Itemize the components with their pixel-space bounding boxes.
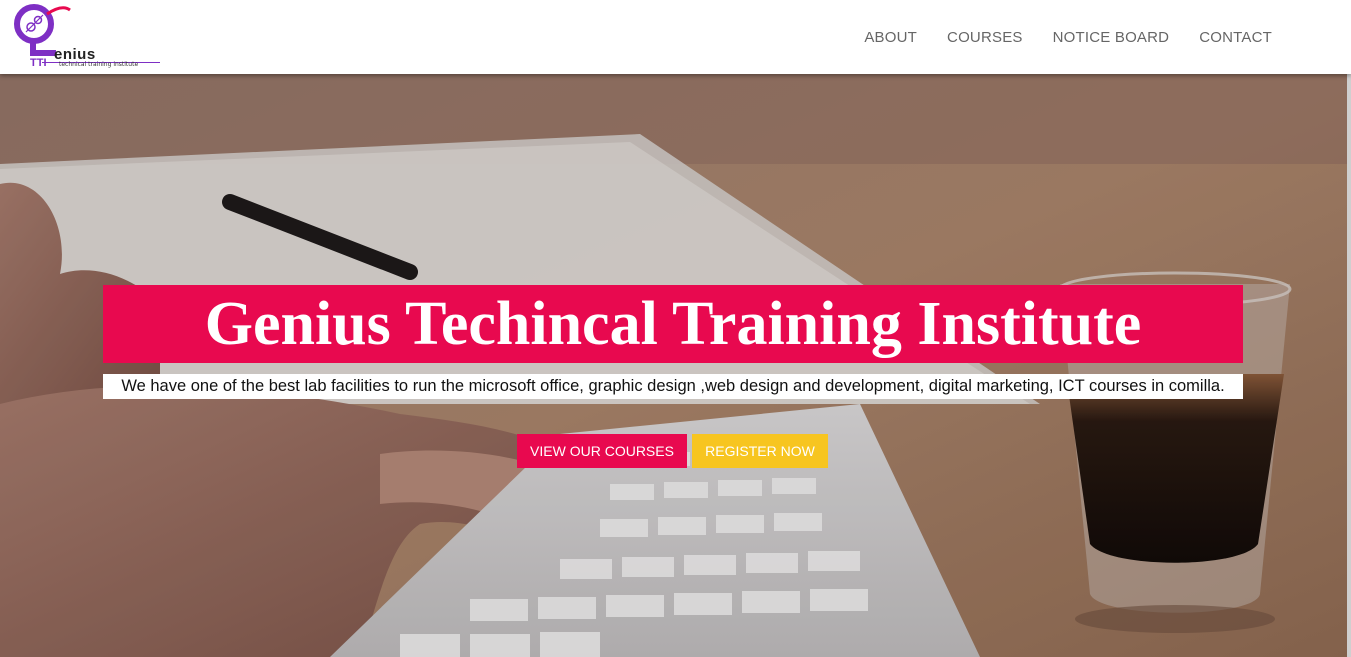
view-courses-button[interactable]: VIEW OUR COURSES [517, 434, 687, 468]
brand-initials: TTI [30, 57, 47, 69]
brand-tagline: technical training institute [59, 61, 139, 68]
nav-item-notice-board[interactable]: NOTICE BOARD [1053, 29, 1170, 46]
hero-background-image [0, 74, 1351, 657]
register-now-button[interactable]: REGISTER NOW [692, 434, 828, 468]
main-nav: ABOUT COURSES NOTICE BOARD CONTACT [834, 0, 1272, 74]
brand-logo[interactable]: enius TTI technical training institute [12, 2, 172, 72]
nav-item-courses[interactable]: COURSES [947, 29, 1023, 46]
nav-item-about[interactable]: ABOUT [864, 29, 917, 46]
site-header: enius TTI technical training institute A… [0, 0, 1351, 74]
hero-buttons: VIEW OUR COURSES REGISTER NOW [517, 434, 828, 468]
page-scrollbar[interactable] [1347, 74, 1351, 657]
hero-title: Genius Techincal Training Institute [103, 285, 1243, 363]
nav-item-contact[interactable]: CONTACT [1199, 29, 1272, 46]
page: enius TTI technical training institute A… [0, 0, 1351, 657]
hero-description: We have one of the best lab facilities t… [103, 374, 1243, 399]
hero-section: Genius Techincal Training Institute We h… [0, 74, 1351, 657]
